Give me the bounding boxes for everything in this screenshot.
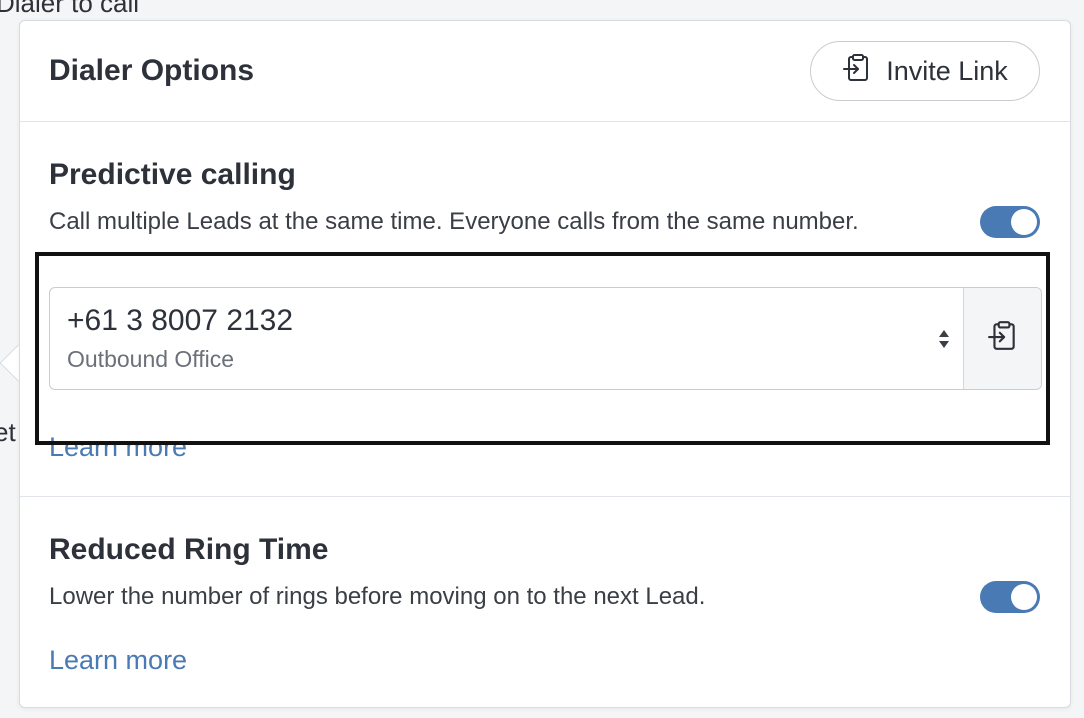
selected-number-label: Outbound Office [67,346,235,372]
outbound-number-select[interactable]: +61 3 8007 2132 Outbound Office [49,287,1042,390]
reduced-ring-time-section: Reduced Ring Time Lower the number of ri… [20,497,1070,708]
reduced-ring-time-toggle[interactable] [980,581,1040,613]
select-display[interactable]: +61 3 8007 2132 Outbound Office [50,288,963,389]
predictive-calling-title: Predictive calling [49,158,296,191]
invite-link-button[interactable]: Invite Link [810,41,1040,101]
clipboard-login-icon [987,320,1019,357]
background-fragment-text: et [0,417,16,447]
reduced-ring-time-learn-more-link[interactable]: Learn more [49,645,187,676]
toggle-knob [1011,209,1037,235]
clipboard-login-icon [842,53,872,90]
panel-header: Dialer Options Invite Link [20,21,1070,122]
reduced-ring-time-description: Lower the number of rings before moving … [49,583,706,610]
background-dialer-text: Dialer to call [0,0,140,18]
reduced-ring-time-title: Reduced Ring Time [49,533,329,566]
toggle-knob [1011,584,1037,610]
predictive-calling-section: Predictive calling Call multiple Leads a… [20,122,1070,497]
number-action-button[interactable] [963,288,1041,389]
invite-link-label: Invite Link [886,55,1008,86]
predictive-calling-learn-more-link[interactable]: Learn more [49,432,187,463]
panel-title: Dialer Options [49,54,255,87]
predictive-calling-description: Call multiple Leads at the same time. Ev… [49,208,859,235]
selected-phone-number: +61 3 8007 2132 [67,304,294,337]
select-caret-icon[interactable] [937,328,951,350]
dialer-options-panel: Dialer Options Invite Link Predictive ca… [19,20,1071,708]
predictive-calling-toggle[interactable] [980,206,1040,238]
